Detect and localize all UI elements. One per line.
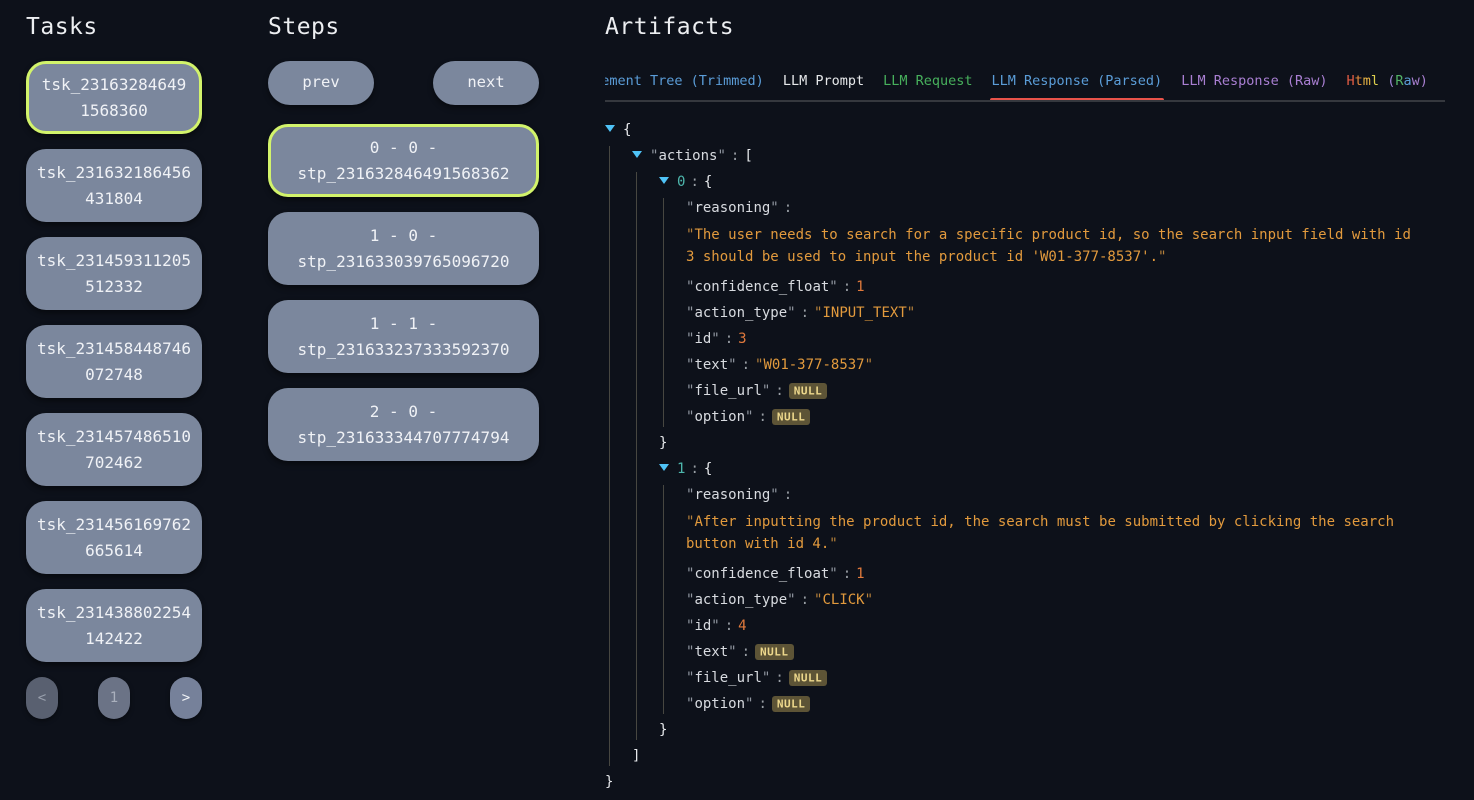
collapse-triangle-icon[interactable] bbox=[605, 125, 615, 132]
tab-llm-prompt[interactable]: LLM Prompt bbox=[783, 73, 864, 100]
artifacts-title: Artifacts bbox=[605, 14, 1445, 40]
task-item[interactable]: tsk_231632186456431804 bbox=[26, 149, 202, 222]
null-badge: NULL bbox=[772, 409, 811, 425]
json-action-1-fields: "reasoning": "After inputting the produc… bbox=[663, 485, 1445, 714]
json-field-text: "text":NULL bbox=[686, 642, 1445, 662]
tasks-title: Tasks bbox=[26, 14, 202, 40]
steps-list: 0 - 0 - stp_231632846491568362 1 - 0 - s… bbox=[268, 124, 539, 461]
null-badge: NULL bbox=[772, 696, 811, 712]
step-item[interactable]: 1 - 1 - stp_231633237333592370 bbox=[268, 300, 539, 373]
json-field-text: "text":"W01-377-8537" bbox=[686, 355, 1445, 375]
page-prev-button[interactable]: < bbox=[26, 677, 58, 719]
task-item[interactable]: tsk_231632846491568360 bbox=[26, 61, 202, 134]
artifacts-panel: Artifacts Element Tree (Trimmed) LLM Pro… bbox=[605, 14, 1445, 798]
json-array-item-1-open: 1:{ bbox=[659, 459, 1445, 479]
json-array-item-1-close: } bbox=[659, 720, 1445, 740]
tab-element-tree-trimmed[interactable]: Element Tree (Trimmed) bbox=[605, 73, 764, 100]
json-field-confidence: "confidence_float":1 bbox=[686, 564, 1445, 584]
json-actions-close: ] bbox=[632, 746, 1445, 766]
prev-step-button[interactable]: prev bbox=[268, 61, 374, 105]
json-field-action-type: "action_type":"CLICK" bbox=[686, 590, 1445, 610]
json-field-option: "option":NULL bbox=[686, 694, 1445, 714]
json-field-reasoning-key: "reasoning": bbox=[686, 198, 1445, 218]
tasks-pagination: < 1 > bbox=[26, 677, 202, 719]
task-item[interactable]: tsk_231456169762665614 bbox=[26, 501, 202, 574]
tab-llm-response-parsed[interactable]: LLM Response (Parsed) bbox=[992, 73, 1163, 100]
artifacts-tab-bar: Element Tree (Trimmed) LLM Prompt LLM Re… bbox=[605, 73, 1445, 102]
collapse-triangle-icon[interactable] bbox=[632, 151, 642, 158]
tab-llm-response-raw[interactable]: LLM Response (Raw) bbox=[1181, 73, 1327, 100]
json-field-reasoning-value: "After inputting the product id, the sea… bbox=[686, 511, 1418, 555]
json-array-item-0-close: } bbox=[659, 433, 1445, 453]
json-actions-children: 0:{ "reasoning": "The user needs to sear… bbox=[636, 172, 1445, 740]
tab-html-raw[interactable]: Html (Raw) bbox=[1347, 73, 1428, 100]
step-item[interactable]: 1 - 0 - stp_231633039765096720 bbox=[268, 212, 539, 285]
page-next-button[interactable]: > bbox=[170, 677, 202, 719]
json-field-action-type: "action_type":"INPUT_TEXT" bbox=[686, 303, 1445, 323]
null-badge: NULL bbox=[789, 383, 828, 399]
json-field-id: "id":4 bbox=[686, 616, 1445, 636]
json-field-file-url: "file_url":NULL bbox=[686, 381, 1445, 401]
json-field-reasoning-value: "The user needs to search for a specific… bbox=[686, 224, 1418, 268]
collapse-triangle-icon[interactable] bbox=[659, 464, 669, 471]
collapse-triangle-icon[interactable] bbox=[659, 177, 669, 184]
json-root-children: "actions":[ 0:{ "reasoning": "The user n… bbox=[609, 146, 1445, 766]
task-item[interactable]: tsk_231459311205512332 bbox=[26, 237, 202, 310]
json-tree-viewer: { "actions":[ 0:{ "reasoning": "The user… bbox=[605, 120, 1445, 792]
step-item[interactable]: 2 - 0 - stp_231633344707774794 bbox=[268, 388, 539, 461]
step-item[interactable]: 0 - 0 - stp_231632846491568362 bbox=[268, 124, 539, 197]
tasks-list: tsk_231632846491568360 tsk_2316321864564… bbox=[26, 61, 202, 662]
json-field-reasoning-key: "reasoning": bbox=[686, 485, 1445, 505]
steps-nav: prev next bbox=[268, 61, 539, 105]
json-field-file-url: "file_url":NULL bbox=[686, 668, 1445, 688]
null-badge: NULL bbox=[755, 644, 794, 660]
json-action-0-fields: "reasoning": "The user needs to search f… bbox=[663, 198, 1445, 427]
null-badge: NULL bbox=[789, 670, 828, 686]
tasks-panel: Tasks tsk_231632846491568360 tsk_2316321… bbox=[26, 14, 202, 719]
steps-title: Steps bbox=[268, 14, 539, 40]
task-item[interactable]: tsk_231457486510702462 bbox=[26, 413, 202, 486]
next-step-button[interactable]: next bbox=[433, 61, 539, 105]
task-item[interactable]: tsk_231438802254142422 bbox=[26, 589, 202, 662]
tab-llm-request[interactable]: LLM Request bbox=[883, 73, 972, 100]
json-root-open: { bbox=[605, 120, 1445, 140]
json-field-confidence: "confidence_float":1 bbox=[686, 277, 1445, 297]
steps-panel: Steps prev next 0 - 0 - stp_231632846491… bbox=[268, 14, 539, 476]
json-field-option: "option":NULL bbox=[686, 407, 1445, 427]
page-number-button[interactable]: 1 bbox=[98, 677, 130, 719]
json-field-id: "id":3 bbox=[686, 329, 1445, 349]
task-item[interactable]: tsk_231458448746072748 bbox=[26, 325, 202, 398]
json-key-actions: "actions":[ bbox=[632, 146, 1445, 166]
json-root-close: } bbox=[605, 772, 1445, 792]
json-array-item-0-open: 0:{ bbox=[659, 172, 1445, 192]
